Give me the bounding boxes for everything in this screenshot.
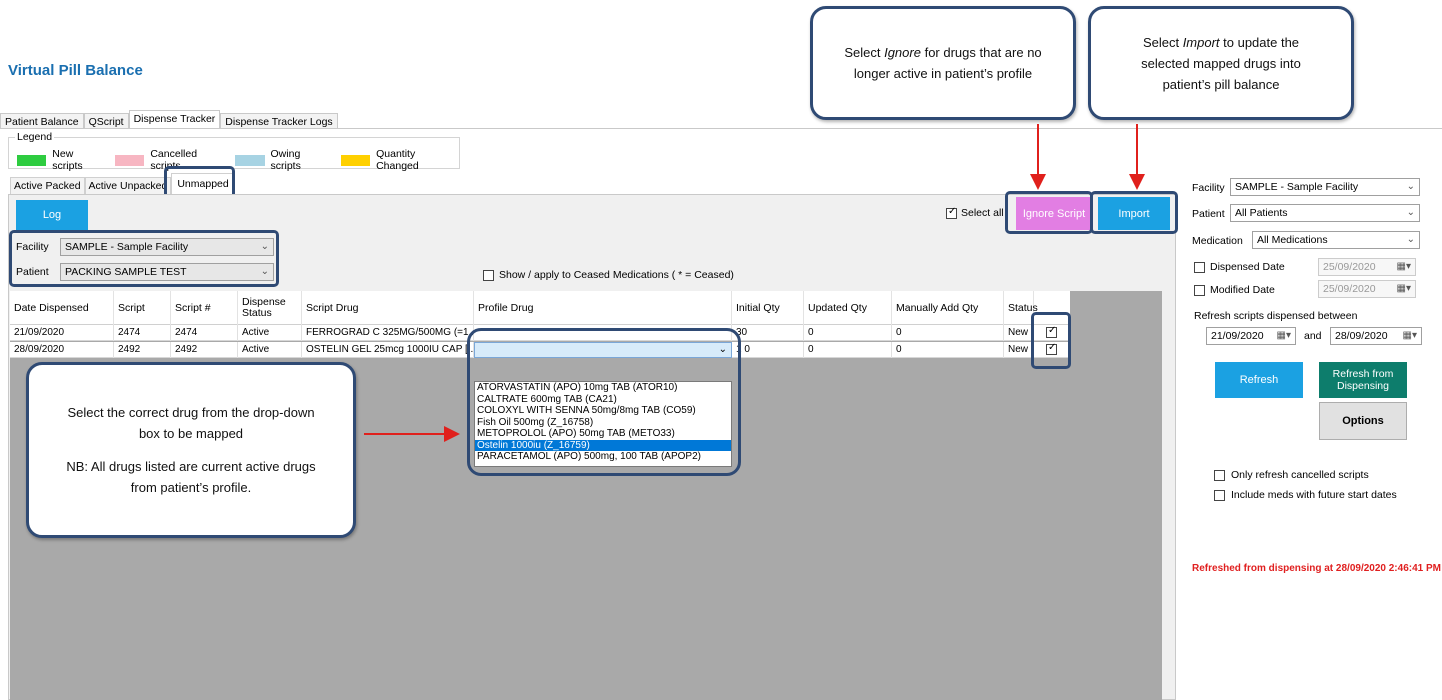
- annotation-arrows: [364, 124, 1145, 442]
- tab-dispense-tracker[interactable]: Dispense Tracker: [128, 110, 221, 128]
